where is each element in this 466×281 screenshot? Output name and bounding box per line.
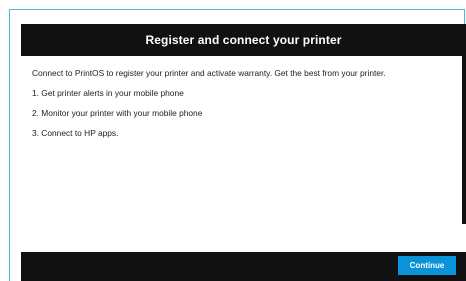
list-item: 2. Monitor your printer with your mobile… bbox=[32, 108, 203, 118]
intro-text: Connect to PrintOS to register your prin… bbox=[32, 68, 386, 78]
scrollbar[interactable] bbox=[462, 56, 466, 224]
list-item: 1. Get printer alerts in your mobile pho… bbox=[32, 88, 184, 98]
list-item: 3. Connect to HP apps. bbox=[32, 128, 119, 138]
register-dialog: Register and connect your printer Connec… bbox=[21, 24, 466, 281]
dialog-footer: Continue bbox=[21, 252, 466, 281]
dialog-title: Register and connect your printer bbox=[145, 33, 342, 47]
dialog-header: Register and connect your printer bbox=[21, 24, 466, 56]
dialog-body: Connect to PrintOS to register your prin… bbox=[21, 56, 461, 250]
continue-button[interactable]: Continue bbox=[398, 256, 456, 275]
